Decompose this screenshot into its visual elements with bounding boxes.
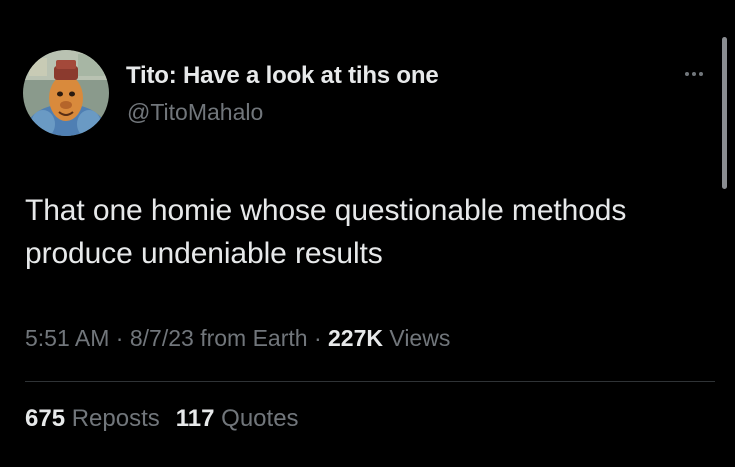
post-date[interactable]: 8/7/23 [130, 325, 194, 351]
avatar[interactable] [23, 50, 109, 136]
scrollbar[interactable] [722, 37, 727, 189]
dot-icon [685, 72, 689, 76]
post-stats: 675 Reposts 117 Quotes [25, 405, 299, 433]
post-text-line: That one homie whose questionable method… [25, 194, 627, 227]
dot-icon [692, 72, 696, 76]
post-time[interactable]: 5:51 AM [25, 325, 109, 351]
reposts-link[interactable]: 675 Reposts [25, 405, 160, 432]
more-options-button[interactable] [676, 62, 712, 86]
reposts-label: Reposts [71, 405, 160, 432]
author-handle[interactable]: @TitoMahalo [127, 99, 263, 126]
views-count: 227K [328, 325, 383, 351]
dot-icon [699, 72, 703, 76]
quotes-link[interactable]: 117 Quotes [176, 405, 299, 432]
cartoon-character-avatar-icon [23, 50, 109, 136]
meta-separator: · [115, 325, 124, 351]
meta-separator: · [313, 325, 322, 351]
divider [25, 381, 715, 382]
quotes-label: Quotes [221, 405, 299, 432]
views-label: Views [389, 325, 451, 351]
quotes-count: 117 [175, 405, 215, 432]
tweet-detail: Tito: Have a look at tihs one @TitoMahal… [0, 0, 735, 467]
post-text-line: produce undeniable results [25, 237, 383, 270]
post-meta: 5:51 AM · 8/7/23 from Earth · 227K Views [25, 325, 450, 352]
reposts-count: 675 [25, 405, 66, 432]
author-display-name[interactable]: Tito: Have a look at tihs one [126, 62, 439, 90]
post-text: That one homie whose questionable method… [25, 189, 715, 275]
post-source: from Earth [200, 325, 308, 351]
